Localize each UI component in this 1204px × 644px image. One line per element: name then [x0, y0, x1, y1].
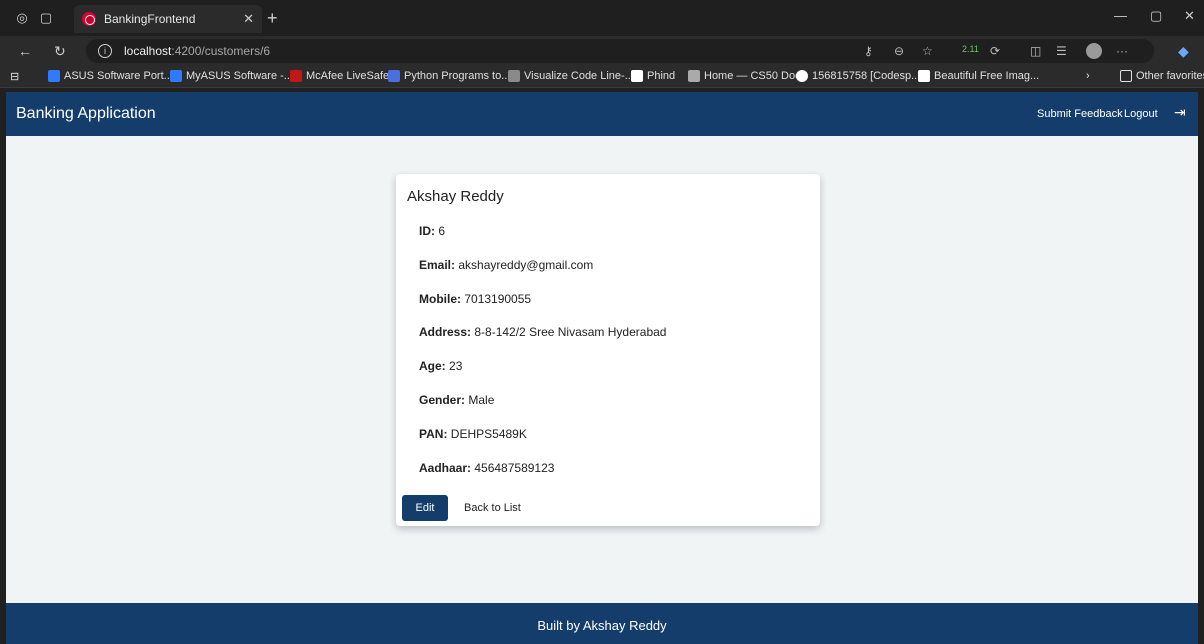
logout-icon[interactable]: ⇥	[1174, 104, 1190, 122]
restore-icon[interactable]: ▢	[1150, 8, 1162, 24]
zoom-icon[interactable]: ⊖	[894, 44, 904, 58]
field-mobile: Mobile: 7013190055	[419, 292, 532, 306]
field-pan: PAN: DEHPS5489K	[419, 427, 527, 441]
bookmark-item[interactable]: MyASUS Software -...	[170, 70, 293, 82]
footer-text: Built by Akshay Reddy	[537, 618, 667, 633]
site-info-icon[interactable]: i	[98, 44, 112, 58]
asus-icon	[48, 70, 60, 82]
workspaces-icon[interactable]: ◎	[14, 10, 30, 26]
cs50-icon	[688, 70, 700, 82]
python-icon	[388, 70, 400, 82]
customer-name: Akshay Reddy	[407, 188, 504, 205]
asus-icon	[170, 70, 182, 82]
edit-button[interactable]: Edit	[402, 495, 448, 521]
tab-actions-icon[interactable]: ▢	[38, 10, 54, 26]
field-gender: Gender: Male	[419, 393, 495, 407]
password-key-icon[interactable]: ⚷	[864, 44, 873, 58]
field-aadhaar: Aadhaar: 456487589123	[419, 461, 555, 475]
browser-tab[interactable]: BankingFrontend ✕	[74, 5, 262, 33]
back-to-list-button[interactable]: Back to List	[458, 495, 527, 521]
copilot-icon[interactable]: ◆	[1178, 43, 1189, 60]
image-icon	[918, 70, 930, 82]
bookmark-item[interactable]: Phind	[631, 70, 675, 82]
app-header: Banking Application Submit Feedback Logo…	[6, 92, 1198, 136]
app-footer: Built by Akshay Reddy	[6, 603, 1198, 644]
tab-close-icon[interactable]: ✕	[243, 11, 254, 27]
app-title[interactable]: Banking Application	[16, 105, 156, 123]
tab-title: BankingFrontend	[104, 12, 196, 26]
address-bar[interactable]: i localhost :4200/customers/6 ⚷ ⊖ ☆ 2.11…	[86, 39, 1154, 63]
folder-icon	[1120, 70, 1132, 82]
split-screen-icon[interactable]: ◫	[1030, 44, 1041, 58]
bookmark-item[interactable]: Beautiful Free Imag...	[918, 70, 1039, 82]
github-icon	[796, 70, 808, 82]
url-host: localhost	[124, 44, 172, 58]
browser-titlebar: ◎ ▢ BankingFrontend ✕ + — ▢ ✕	[0, 0, 1204, 36]
other-favorites[interactable]: Other favorites	[1120, 70, 1204, 82]
logout-link[interactable]: Logout	[1124, 108, 1158, 120]
minimize-icon[interactable]: —	[1114, 8, 1127, 23]
angular-favicon-icon	[82, 12, 96, 26]
field-address: Address: 8-8-142/2 Sree Nivasam Hyderaba…	[419, 325, 667, 339]
field-age: Age: 23	[419, 359, 463, 373]
close-window-icon[interactable]: ✕	[1184, 8, 1195, 24]
back-arrow-icon[interactable]: ←	[18, 43, 32, 59]
bookmark-item[interactable]: Home — CS50 Docs	[688, 70, 806, 82]
favorites-icon[interactable]: ☰	[1056, 44, 1067, 58]
bookmarks-toggle-icon[interactable]: ⊟	[10, 70, 19, 83]
bookmark-item[interactable]: ASUS Software Port...	[48, 70, 173, 82]
bookmarks-overflow-icon[interactable]: ›	[1086, 70, 1090, 82]
field-email: Email: akshayreddy@gmail.com	[419, 258, 594, 272]
extension-badge[interactable]: 2.11	[962, 44, 979, 54]
bookmark-item[interactable]: 156815758 [Codesp...	[796, 70, 920, 82]
profile-avatar[interactable]	[1086, 43, 1102, 59]
new-tab-icon[interactable]: +	[267, 8, 278, 29]
more-menu-icon[interactable]: ···	[1116, 44, 1128, 58]
mcafee-icon	[290, 70, 302, 82]
bookmark-item[interactable]: Visualize Code Line-...	[508, 70, 634, 82]
bookmarks-bar: ⊟ ASUS Software Port... MyASUS Software …	[0, 66, 1204, 88]
customer-card: Akshay Reddy ID: 6 Email: akshayreddy@gm…	[396, 174, 820, 526]
submit-feedback-link[interactable]: Submit Feedback	[1037, 108, 1123, 120]
phind-icon	[631, 70, 643, 82]
bookmark-item[interactable]: Python Programs to...	[388, 70, 510, 82]
extension-icon[interactable]: ⟳	[990, 44, 1000, 58]
url-path: :4200/customers/6	[171, 44, 271, 58]
favorite-star-icon[interactable]: ☆	[922, 44, 933, 58]
bookmark-item[interactable]: McAfee LiveSafe	[290, 70, 389, 82]
refresh-icon[interactable]: ↻	[54, 43, 66, 60]
field-id: ID: 6	[419, 224, 446, 238]
visualize-icon	[508, 70, 520, 82]
browser-navbar: ← ↻ i localhost :4200/customers/6 ⚷ ⊖ ☆ …	[0, 36, 1204, 66]
